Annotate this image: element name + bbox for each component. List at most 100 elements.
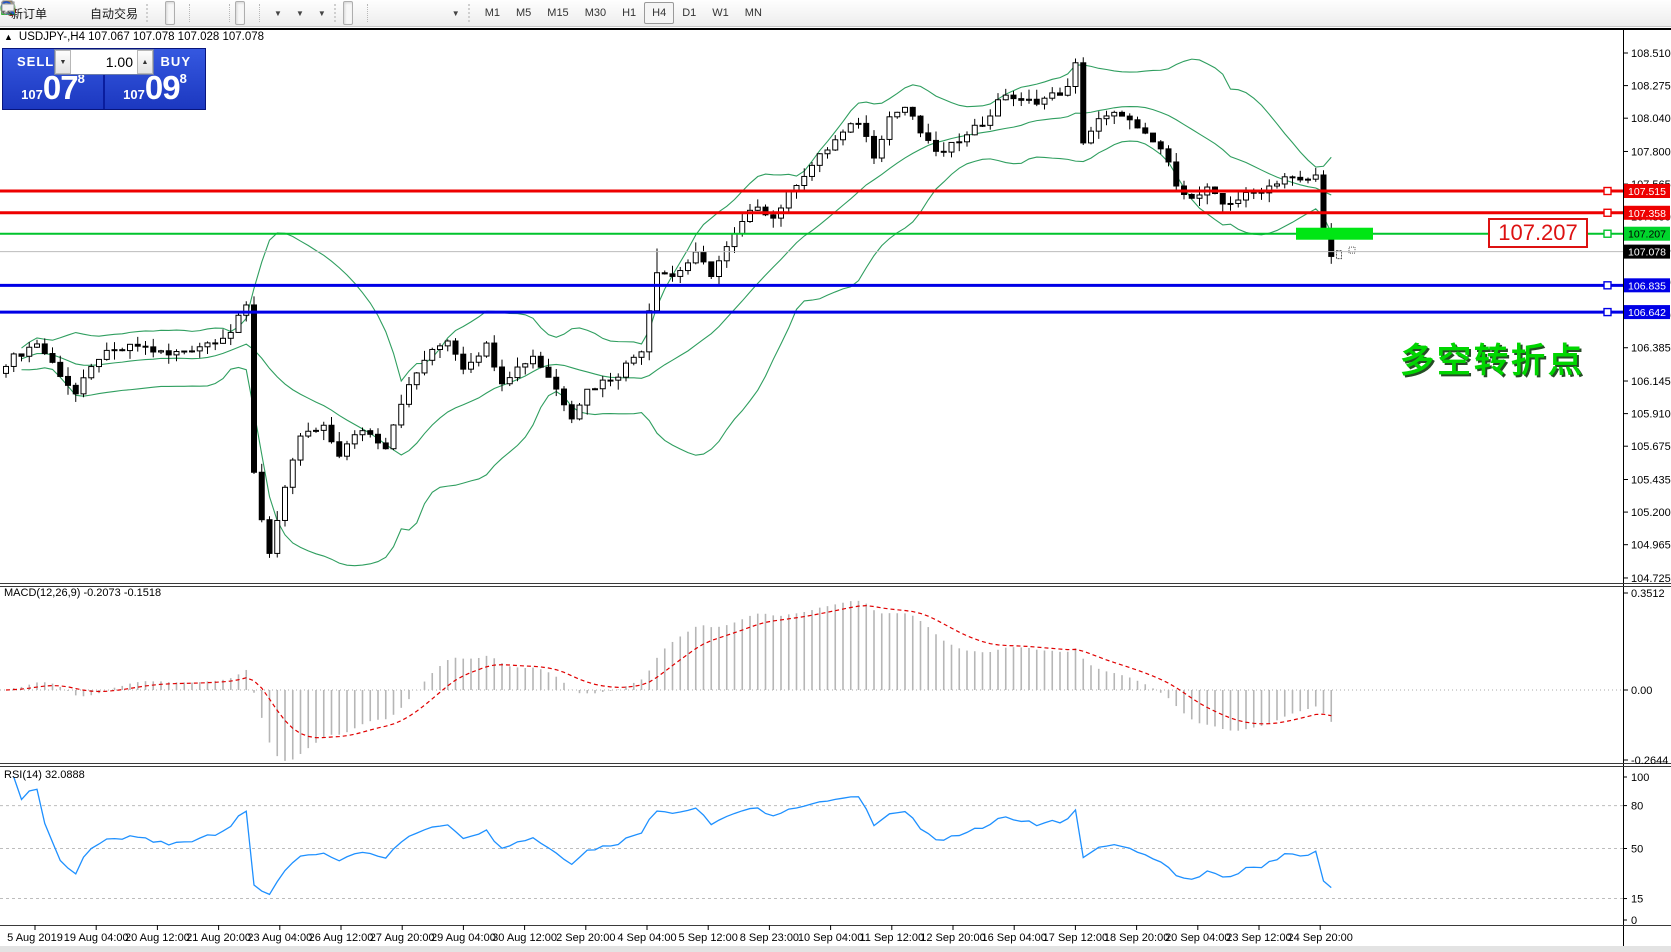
- virtual-hosting-button[interactable]: [62, 1, 72, 25]
- tile-windows-button[interactable]: [215, 1, 225, 25]
- toolbar-separator: [334, 4, 340, 22]
- dropdown-caret-icon[interactable]: ▼: [318, 9, 326, 18]
- price-callout-box[interactable]: 107.207: [1488, 218, 1588, 248]
- svg-text:4 Sep 04:00: 4 Sep 04:00: [617, 932, 676, 944]
- chart-shift-button[interactable]: [245, 1, 255, 25]
- svg-text:-0.2644: -0.2644: [1631, 755, 1668, 767]
- volume-increase-button[interactable]: ▲: [137, 50, 153, 74]
- svg-text:108.510: 108.510: [1631, 48, 1671, 60]
- periods-button[interactable]: ▼: [287, 1, 309, 25]
- rsi-indicator: [0, 777, 1623, 899]
- svg-text:20 Aug 12:00: 20 Aug 12:00: [125, 932, 190, 944]
- line-anchor-marker: [1604, 309, 1611, 316]
- svg-text:107.358: 107.358: [1628, 208, 1666, 220]
- zoom-in-button[interactable]: [195, 1, 205, 25]
- arrows-button[interactable]: ▼: [443, 1, 465, 25]
- line-anchor-marker: [1604, 209, 1611, 216]
- toolbar-separator: [468, 4, 474, 22]
- gold-badge-icon-button[interactable]: [52, 1, 62, 25]
- toolbar-separator: [146, 4, 152, 22]
- svg-text:18 Sep 20:00: 18 Sep 20:00: [1104, 932, 1169, 944]
- svg-text:106.642: 106.642: [1628, 307, 1666, 319]
- tf-D1-button[interactable]: D1: [674, 2, 704, 24]
- buy-price-prefix: 107: [123, 87, 145, 102]
- autotrading-button-label: 自动交易: [90, 5, 138, 22]
- fibonacci-button[interactable]: F: [413, 1, 423, 25]
- vertical-line-button[interactable]: [373, 1, 383, 25]
- svg-text:108.275: 108.275: [1631, 81, 1671, 93]
- volume-control: ▼ ▲: [54, 49, 154, 75]
- toolbar-separator: [259, 4, 261, 22]
- svg-text:27 Aug 20:00: 27 Aug 20:00: [370, 932, 435, 944]
- svg-text:0: 0: [1631, 915, 1637, 927]
- svg-text:107.078: 107.078: [1628, 247, 1666, 259]
- auto-scroll-button[interactable]: [235, 1, 245, 25]
- zoom-out-button[interactable]: [205, 1, 215, 25]
- tf-M1-button[interactable]: M1: [477, 2, 508, 24]
- tf-MN-button[interactable]: MN: [737, 2, 770, 24]
- chart-canvas[interactable]: 108.510108.275108.040107.800107.565107.3…: [0, 27, 1671, 952]
- svg-text:17 Sep 12:00: 17 Sep 12:00: [1043, 932, 1108, 944]
- svg-text:105.435: 105.435: [1631, 474, 1671, 486]
- chart-window[interactable]: 108.510108.275108.040107.800107.565107.3…: [0, 27, 1671, 952]
- line-anchor-marker: [1604, 230, 1611, 237]
- svg-text:0.3512: 0.3512: [1631, 588, 1665, 600]
- svg-text:106.835: 106.835: [1628, 280, 1666, 292]
- svg-text:105.675: 105.675: [1631, 441, 1671, 453]
- dropdown-caret-icon[interactable]: ▼: [296, 9, 304, 18]
- time-axis: 5 Aug 201919 Aug 04:0020 Aug 12:0021 Aug…: [7, 925, 1353, 944]
- tf-H1-button[interactable]: H1: [614, 2, 644, 24]
- trendline-button[interactable]: [393, 1, 403, 25]
- svg-text:107.800: 107.800: [1631, 146, 1671, 158]
- autotrading-button[interactable]: 自动交易: [82, 1, 143, 25]
- svg-text:20 Sep 04:00: 20 Sep 04:00: [1165, 932, 1230, 944]
- horizontal-line-button[interactable]: [383, 1, 393, 25]
- svg-text:50: 50: [1631, 844, 1643, 856]
- tf-M30-button[interactable]: M30: [577, 2, 614, 24]
- rsi-pane-title: RSI(14) 32.0888: [4, 769, 85, 781]
- volume-decrease-button[interactable]: ▼: [55, 50, 71, 74]
- tf-W1-button[interactable]: W1: [704, 2, 737, 24]
- svg-text:80: 80: [1631, 801, 1643, 813]
- svg-text:107.207: 107.207: [1628, 229, 1666, 241]
- dropdown-caret-icon[interactable]: ▼: [452, 9, 460, 18]
- tf-H4-button[interactable]: H4: [644, 2, 674, 24]
- new-order-button-label: 新订单: [11, 5, 47, 22]
- svg-text:10 Sep 04:00: 10 Sep 04:00: [798, 932, 863, 944]
- rsi-axis: 1008050150: [1623, 772, 1649, 927]
- main-toolbar: 新订单 自动交易 ▼ ▼ ▼ EFAT ▼ M1M5M15M30H1H4D1W1MN: [0, 0, 1671, 27]
- templates-button[interactable]: ▼: [309, 1, 331, 25]
- symbol-ohlc-text: USDJPY-,H4 107.067 107.078 107.028 107.0…: [19, 31, 264, 43]
- line-anchor-marker: [1604, 282, 1611, 289]
- indicators-button[interactable]: ▼: [265, 1, 287, 25]
- svg-text:108.040: 108.040: [1631, 113, 1671, 125]
- candles: [4, 57, 1356, 558]
- svg-text:26 Aug 12:00: 26 Aug 12:00: [309, 932, 374, 944]
- volume-input[interactable]: [71, 50, 137, 74]
- dropdown-caret-icon[interactable]: ▼: [274, 9, 282, 18]
- toolbar-separator: [367, 4, 369, 22]
- chart-frame: [0, 28, 1671, 946]
- signals-button[interactable]: [72, 1, 82, 25]
- svg-text:30 Aug 12:00: 30 Aug 12:00: [492, 932, 557, 944]
- crosshair-button[interactable]: [353, 1, 363, 25]
- chart-annotation-text[interactable]: 多空转折点: [1400, 333, 1585, 382]
- collapse-panel-icon[interactable]: ▲: [4, 32, 13, 42]
- text-label-button[interactable]: T: [433, 1, 443, 25]
- svg-text:21 Aug 20:00: 21 Aug 20:00: [186, 932, 251, 944]
- tf-M5-button[interactable]: M5: [508, 2, 539, 24]
- line-chart-button[interactable]: [175, 1, 185, 25]
- svg-text:15: 15: [1631, 894, 1643, 906]
- tf-M15-button[interactable]: M15: [539, 2, 576, 24]
- buy-label: BUY: [161, 54, 191, 69]
- text-button[interactable]: A: [423, 1, 433, 25]
- svg-text:104.725: 104.725: [1631, 573, 1671, 585]
- equidistant-channel-button[interactable]: E: [403, 1, 413, 25]
- svg-text:104.965: 104.965: [1631, 540, 1671, 552]
- bar-chart-button[interactable]: [155, 1, 165, 25]
- cursor-button[interactable]: [343, 1, 353, 25]
- horizontal-lines[interactable]: 107.515107.358107.207107.078106.835106.6…: [0, 184, 1670, 319]
- svg-text:11 Sep 12:00: 11 Sep 12:00: [859, 932, 924, 944]
- candlestick-chart-button[interactable]: [165, 1, 175, 25]
- sell-label: SELL: [17, 54, 54, 69]
